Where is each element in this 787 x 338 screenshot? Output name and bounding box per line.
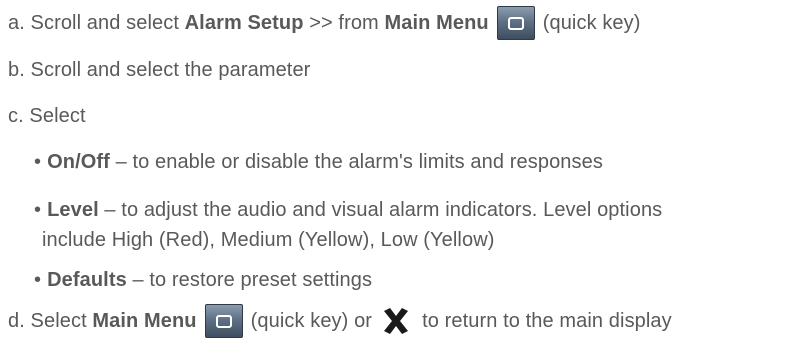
step-b-text: b. Scroll and select the parameter	[8, 59, 311, 81]
main-menu-key-icon	[204, 304, 243, 338]
main-menu-label: Main Menu	[92, 310, 197, 332]
bullet-mark: •	[34, 151, 42, 173]
step-a: a. Scroll and select Alarm Setup >> from…	[8, 6, 641, 40]
bullet-level: • Level – to adjust the audio and visual…	[34, 198, 662, 222]
alarm-setup-label: Alarm Setup	[184, 12, 304, 34]
level-text-cont: include High (Red), Medium (Yellow), Low…	[42, 229, 495, 251]
step-b: b. Scroll and select the parameter	[8, 58, 310, 82]
bullet-defaults: • Defaults – to restore preset settings	[34, 268, 372, 292]
defaults-text: – to restore preset settings	[126, 269, 373, 291]
level-label: Level	[47, 199, 99, 221]
x-close-icon	[384, 308, 409, 334]
bullet-mark: •	[34, 269, 42, 291]
main-menu-key-icon	[496, 6, 535, 40]
bullet-level-continuation: include High (Red), Medium (Yellow), Low…	[42, 228, 495, 252]
on-off-text: – to enable or disable the alarm's limit…	[109, 151, 603, 173]
defaults-label: Defaults	[47, 269, 127, 291]
instruction-document: a. Scroll and select Alarm Setup >> from…	[0, 0, 787, 338]
bullet-mark: •	[34, 199, 42, 221]
on-off-label: On/Off	[47, 151, 110, 173]
step-c-text: c. Select	[8, 105, 86, 127]
step-d-mid: (quick key) or	[250, 310, 373, 332]
step-d-suffix: to return to the main display	[422, 310, 672, 332]
step-d: d. Select Main Menu (quick key) or to re…	[8, 304, 672, 338]
level-text: – to adjust the audio and visual alarm i…	[98, 199, 663, 221]
step-a-prefix: a. Scroll and select	[8, 12, 185, 34]
bullet-on-off: • On/Off – to enable or disable the alar…	[34, 150, 603, 174]
main-menu-label: Main Menu	[384, 12, 489, 34]
step-a-mid: >> from	[303, 12, 385, 34]
step-a-suffix: (quick key)	[542, 12, 641, 34]
step-d-prefix: d. Select	[8, 310, 93, 332]
step-c: c. Select	[8, 104, 86, 128]
